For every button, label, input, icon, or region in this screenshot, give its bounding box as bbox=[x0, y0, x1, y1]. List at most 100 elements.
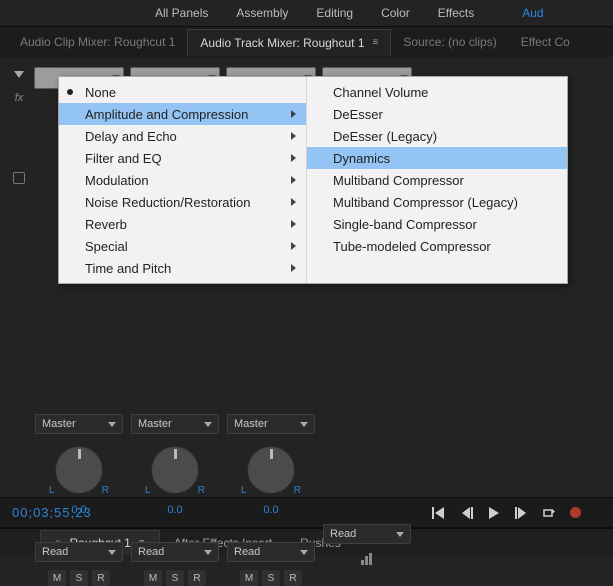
msr-buttons: M S R bbox=[240, 570, 302, 586]
menu-item-label: DeEsser (Legacy) bbox=[333, 129, 437, 144]
automation-mode-dropdown[interactable]: Read bbox=[227, 542, 315, 562]
output-routing-dropdown[interactable]: Master bbox=[35, 414, 123, 434]
channel-1: Master L R 0.0 Read M S R bbox=[34, 414, 124, 586]
menu-item-multiband-legacy[interactable]: Multiband Compressor (Legacy) bbox=[307, 191, 567, 213]
menu-item-dynamics[interactable]: Dynamics bbox=[307, 147, 567, 169]
menu-item-label: None bbox=[85, 85, 116, 100]
sends-icon[interactable] bbox=[13, 172, 25, 184]
output-routing-dropdown[interactable]: Master bbox=[227, 414, 315, 434]
pan-right-label: R bbox=[102, 485, 109, 496]
mixer-body: fx None Amplitude and Compression bbox=[0, 57, 613, 497]
pan-left-label: L bbox=[145, 485, 151, 496]
menu-item-label: Single-band Compressor bbox=[333, 217, 477, 232]
menu-item-label: Multiband Compressor (Legacy) bbox=[333, 195, 518, 210]
dropdown-value: Master bbox=[138, 418, 172, 430]
pan-knob[interactable]: L R bbox=[241, 442, 301, 502]
channel-4: Read bbox=[322, 414, 412, 586]
mute-button[interactable]: M bbox=[144, 570, 162, 586]
tab-audio-clip-mixer[interactable]: Audio Clip Mixer: Roughcut 1 bbox=[8, 29, 187, 55]
fx-effect-list: Channel Volume DeEsser DeEsser (Legacy) … bbox=[307, 77, 567, 283]
pan-value[interactable]: 0.0 bbox=[71, 504, 86, 516]
menu-item-filter-eq[interactable]: Filter and EQ bbox=[59, 147, 306, 169]
msr-buttons: M S R bbox=[48, 570, 110, 586]
tab-effect-controls[interactable]: Effect Co bbox=[509, 29, 582, 55]
menu-item-deesser[interactable]: DeEsser bbox=[307, 103, 567, 125]
menu-item-delay-echo[interactable]: Delay and Echo bbox=[59, 125, 306, 147]
workspace-tab-editing[interactable]: Editing bbox=[316, 6, 353, 20]
workspace-tab-color[interactable]: Color bbox=[381, 6, 410, 20]
automation-mode-dropdown[interactable]: Read bbox=[323, 524, 411, 544]
menu-item-reverb[interactable]: Reverb bbox=[59, 213, 306, 235]
menu-item-label: Dynamics bbox=[333, 151, 390, 166]
tab-audio-track-mixer[interactable]: Audio Track Mixer: Roughcut 1 ≡ bbox=[187, 29, 391, 56]
solo-button[interactable]: S bbox=[262, 570, 280, 586]
panel-area: Audio Clip Mixer: Roughcut 1 Audio Track… bbox=[0, 26, 613, 528]
menu-item-singleband[interactable]: Single-band Compressor bbox=[307, 213, 567, 235]
dropdown-value: Master bbox=[234, 418, 268, 430]
pan-right-label: R bbox=[294, 485, 301, 496]
solo-button[interactable]: S bbox=[70, 570, 88, 586]
automation-mode-dropdown[interactable]: Read bbox=[131, 542, 219, 562]
checkmark-dot-icon bbox=[67, 89, 73, 95]
workspace-tab-assembly[interactable]: Assembly bbox=[236, 6, 288, 20]
pan-right-label: R bbox=[198, 485, 205, 496]
tab-label: Effect Co bbox=[521, 35, 570, 49]
solo-button[interactable]: S bbox=[166, 570, 184, 586]
record-button[interactable]: R bbox=[188, 570, 206, 586]
msr-buttons: M S R bbox=[144, 570, 206, 586]
meter-icon bbox=[359, 552, 375, 566]
pan-knob[interactable]: L R bbox=[49, 442, 109, 502]
workspace-tab-bar: All Panels Assembly Editing Color Effect… bbox=[0, 0, 613, 26]
menu-item-label: Tube-modeled Compressor bbox=[333, 239, 491, 254]
menu-item-none[interactable]: None bbox=[59, 81, 306, 103]
fx-category-list: None Amplitude and Compression Delay and… bbox=[59, 77, 307, 283]
workspace-tab-all-panels[interactable]: All Panels bbox=[155, 6, 208, 20]
menu-item-label: Modulation bbox=[85, 173, 149, 188]
menu-item-modulation[interactable]: Modulation bbox=[59, 169, 306, 191]
menu-item-label: Filter and EQ bbox=[85, 151, 162, 166]
panel-tab-bar: Audio Clip Mixer: Roughcut 1 Audio Track… bbox=[0, 27, 613, 57]
side-icon-column: fx bbox=[8, 67, 30, 184]
tab-label: Audio Clip Mixer: Roughcut 1 bbox=[20, 35, 175, 49]
record-button[interactable]: R bbox=[284, 570, 302, 586]
workspace-tab-effects[interactable]: Effects bbox=[438, 6, 474, 20]
menu-item-label: Channel Volume bbox=[333, 85, 428, 100]
pan-left-label: L bbox=[49, 485, 55, 496]
fx-context-menu: None Amplitude and Compression Delay and… bbox=[58, 76, 568, 284]
tab-label: Source: (no clips) bbox=[403, 35, 496, 49]
channel-strips: Master L R 0.0 Read M S R bbox=[34, 414, 605, 586]
menu-item-label: Special bbox=[85, 239, 128, 254]
menu-item-special[interactable]: Special bbox=[59, 235, 306, 257]
workspace-tab-audio[interactable]: Aud bbox=[502, 6, 543, 20]
dropdown-value: Read bbox=[330, 528, 356, 540]
mute-button[interactable]: M bbox=[240, 570, 258, 586]
fx-icon[interactable]: fx bbox=[15, 92, 24, 104]
menu-item-deesser-legacy[interactable]: DeEsser (Legacy) bbox=[307, 125, 567, 147]
menu-item-noise-reduction[interactable]: Noise Reduction/Restoration bbox=[59, 191, 306, 213]
tab-source[interactable]: Source: (no clips) bbox=[391, 29, 508, 55]
disclosure-triangle-icon[interactable] bbox=[14, 71, 24, 78]
menu-item-time-pitch[interactable]: Time and Pitch bbox=[59, 257, 306, 279]
menu-item-channel-volume[interactable]: Channel Volume bbox=[307, 81, 567, 103]
menu-item-label: Multiband Compressor bbox=[333, 173, 464, 188]
mute-button[interactable]: M bbox=[48, 570, 66, 586]
pan-value[interactable]: 0.0 bbox=[263, 504, 278, 516]
menu-item-label: Reverb bbox=[85, 217, 127, 232]
pan-left-label: L bbox=[241, 485, 247, 496]
menu-item-label: Noise Reduction/Restoration bbox=[85, 195, 250, 210]
menu-item-amplitude-compression[interactable]: Amplitude and Compression bbox=[59, 103, 306, 125]
menu-item-multiband[interactable]: Multiband Compressor bbox=[307, 169, 567, 191]
channel-3: Master L R 0.0 Read M S R bbox=[226, 414, 316, 586]
output-routing-dropdown[interactable]: Master bbox=[131, 414, 219, 434]
tab-label: Audio Track Mixer: Roughcut 1 bbox=[200, 36, 364, 50]
menu-item-label: DeEsser bbox=[333, 107, 383, 122]
automation-mode-dropdown[interactable]: Read bbox=[35, 542, 123, 562]
pan-value[interactable]: 0.0 bbox=[167, 504, 182, 516]
pan-knob[interactable]: L R bbox=[145, 442, 205, 502]
menu-item-label: Delay and Echo bbox=[85, 129, 177, 144]
record-button[interactable]: R bbox=[92, 570, 110, 586]
menu-item-tube[interactable]: Tube-modeled Compressor bbox=[307, 235, 567, 257]
channel-2: Master L R 0.0 Read M S R bbox=[130, 414, 220, 586]
panel-menu-icon[interactable]: ≡ bbox=[373, 37, 379, 48]
dropdown-value: Master bbox=[42, 418, 76, 430]
